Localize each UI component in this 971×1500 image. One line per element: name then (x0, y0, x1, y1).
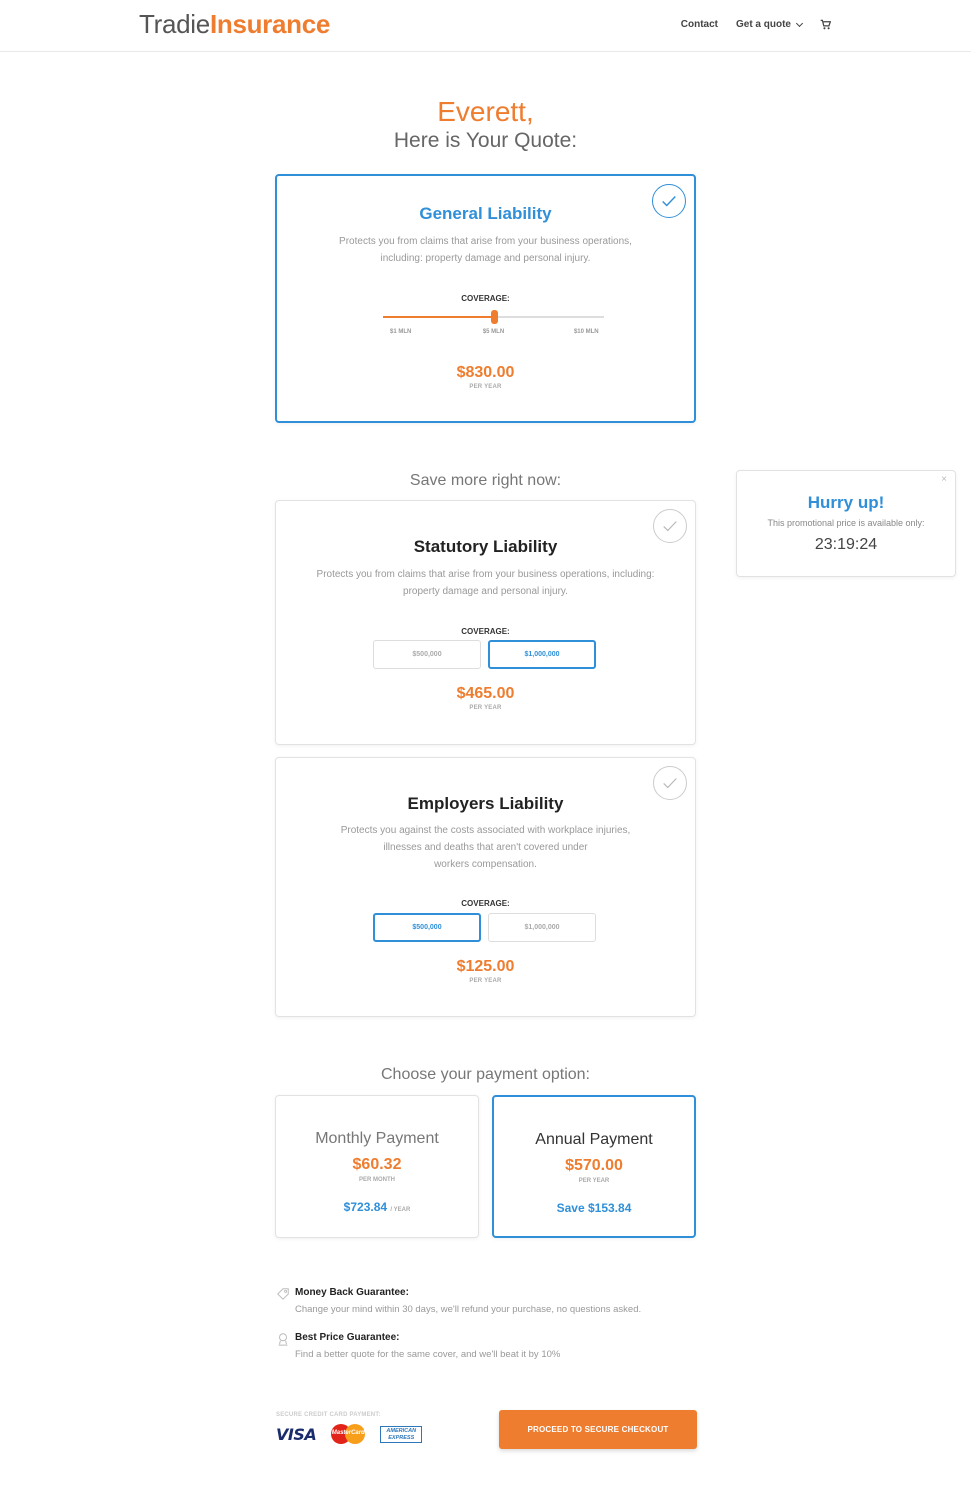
hurry-popup: × Hurry up! This promotional price is av… (736, 470, 956, 577)
general-liability-per: PER YEAR (469, 384, 502, 390)
monthly-payment-option[interactable]: Monthly Payment $60.32 PER MONTH $723.84… (275, 1095, 479, 1238)
guarantee-text: Find a better quote for the same cover, … (295, 1349, 561, 1360)
logo[interactable]: TradieInsurance (139, 9, 330, 40)
annual-payment-per: PER YEAR (578, 1178, 610, 1184)
general-liability-coverage-label: COVERAGE: (461, 294, 510, 303)
employers-liability-description: Protects you against the costs associate… (316, 822, 655, 873)
site-header: TradieInsurance Contact Get a quote (0, 0, 971, 52)
slider-tick-10mln: $10 MLN (573, 329, 599, 335)
payment-card-logos: VISA MasterCard AMERICAN EXPRESS (276, 1424, 423, 1444)
chevron-down-icon (795, 19, 804, 27)
logo-part-tradie: Tradie (139, 9, 210, 39)
proceed-checkout-button[interactable]: PROCEED TO SECURE CHECKOUT (499, 1410, 697, 1449)
monthly-yearly-suffix: / YEAR (390, 1207, 411, 1213)
checkmark-icon (663, 778, 677, 789)
employers-liability-title: Employers Liability (407, 794, 564, 813)
employers-option-1000000[interactable]: $1,000,000 (488, 913, 596, 942)
coverage-slider[interactable] (383, 310, 604, 324)
general-liability-price: $830.00 (456, 364, 515, 381)
secure-payment-label: SECURE CREDIT CARD PAYMENT: (276, 1412, 381, 1418)
statutory-option-1000000[interactable]: $1,000,000 (488, 640, 596, 669)
countdown-timer: 23:19:24 (814, 536, 878, 553)
statutory-liability-description: Protects you from claims that arise from… (316, 569, 655, 597)
logo-part-insurance: Insurance (209, 9, 331, 39)
hurry-title: Hurry up! (807, 493, 885, 512)
statutory-liability-coverage-label: COVERAGE: (461, 627, 510, 636)
statutory-liability-title: Statutory Liability (413, 537, 558, 556)
statutory-liability-card[interactable]: Statutory Liability Protects you from cl… (275, 500, 696, 745)
employers-liability-price: $125.00 (456, 958, 515, 975)
annual-payment-price: $570.00 (565, 1157, 623, 1174)
coverage-slider-thumb[interactable] (490, 310, 498, 324)
cart-icon[interactable] (820, 19, 831, 30)
tag-icon (277, 1288, 289, 1300)
nav-get-quote[interactable]: Get a quote (735, 19, 804, 30)
monthly-payment-per: PER MONTH (359, 1177, 395, 1183)
employers-liability-description-line: illnesses and deaths that aren't covered… (383, 842, 588, 853)
annual-payment-label: Annual Payment (535, 1131, 653, 1148)
slider-tick-5mln: $5 MLN (482, 329, 505, 335)
statutory-option-500000[interactable]: $500,000 (373, 640, 481, 669)
hurry-text: This promotional price is available only… (767, 518, 925, 528)
monthly-payment-price: $60.32 (352, 1156, 402, 1173)
employers-liability-coverage-label: COVERAGE: (461, 899, 510, 908)
employers-liability-per: PER YEAR (469, 978, 502, 984)
annual-payment-savings: Save $153.84 (556, 1201, 632, 1215)
visa-logo: VISA (276, 1424, 317, 1444)
general-liability-title: General Liability (419, 204, 552, 223)
mastercard-text: MasterCard (331, 1430, 365, 1436)
employers-liability-description-line: workers compensation. (434, 859, 537, 870)
amex-line-2: EXPRESS (388, 1434, 415, 1441)
greeting-subtitle: Here is Your Quote: (393, 129, 578, 152)
close-icon[interactable]: × (941, 474, 947, 485)
award-icon (278, 1333, 288, 1346)
slider-tick-1mln: $1 MLN (390, 329, 412, 335)
guarantee-title: Best Price Guarantee: (295, 1332, 400, 1343)
nav-contact[interactable]: Contact (681, 19, 718, 30)
greeting-name: Everett, (437, 96, 534, 127)
checkmark-icon (663, 521, 677, 532)
guarantee-title: Money Back Guarantee: (295, 1287, 409, 1298)
statutory-liability-per: PER YEAR (469, 705, 502, 711)
general-liability-description: Protects you from claims that arise from… (339, 236, 632, 264)
guarantee-text: Change your mind within 30 days, we'll r… (295, 1304, 642, 1315)
general-liability-card[interactable]: General Liability Protects you from clai… (275, 174, 696, 423)
employers-liability-description-line: Protects you against the costs associate… (340, 825, 631, 836)
amex-line-1: AMERICAN (386, 1427, 417, 1434)
main-nav: Contact Get a quote (681, 19, 831, 30)
annual-payment-option[interactable]: Annual Payment $570.00 PER YEAR Save $15… (492, 1095, 696, 1238)
nav-get-quote-label: Get a quote (735, 19, 791, 30)
statutory-liability-price: $465.00 (456, 685, 515, 702)
employers-option-500000[interactable]: $500,000 (373, 913, 481, 942)
amex-logo: AMERICAN EXPRESS (380, 1425, 423, 1443)
payment-title: Choose your payment option: (380, 1066, 590, 1083)
monthly-yearly-amount: $723.84 (343, 1200, 388, 1214)
monthly-payment-yearly-total: $723.84 / YEAR (276, 1200, 478, 1214)
coverage-slider-fill (383, 316, 494, 318)
employers-liability-card[interactable]: Employers Liability Protects you against… (275, 757, 696, 1017)
mastercard-logo: MasterCard (331, 1424, 366, 1444)
monthly-payment-label: Monthly Payment (315, 1130, 439, 1147)
save-more-title: Save more right now: (409, 472, 562, 489)
